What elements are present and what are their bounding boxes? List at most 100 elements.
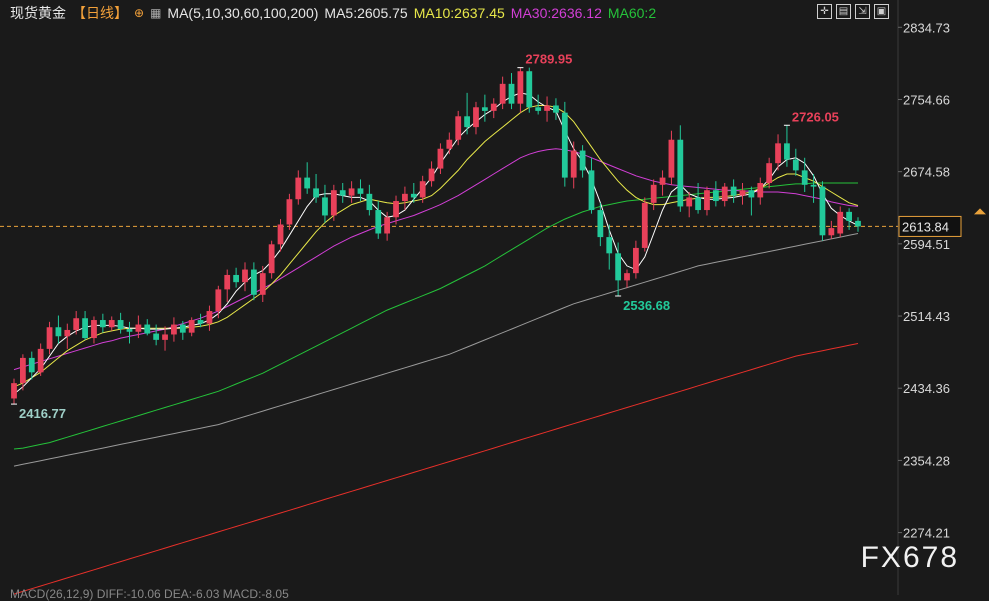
candle-body <box>313 188 319 198</box>
candle-body <box>846 211 853 221</box>
candle-body <box>490 103 497 111</box>
candle-body <box>268 244 275 274</box>
candle-body <box>588 170 595 211</box>
candle-body <box>375 210 382 234</box>
annotation-label: 2416.77 <box>19 406 66 421</box>
candle-body <box>837 211 844 234</box>
candle-body <box>206 311 213 324</box>
candle-body <box>37 348 44 373</box>
instrument-name: 现货黄金 <box>10 5 66 21</box>
candle-body <box>801 170 808 185</box>
candle-body <box>633 247 639 274</box>
candle-body <box>188 320 195 333</box>
candle-body <box>517 71 524 104</box>
candle <box>561 101 568 187</box>
candle-body <box>748 190 755 198</box>
candle-body <box>570 150 577 178</box>
candle-body <box>82 318 88 339</box>
candle-body <box>650 184 657 203</box>
candle-body <box>819 186 826 236</box>
y-tick-label: 2594.51 <box>903 237 950 252</box>
candle-body <box>526 71 533 108</box>
candle-body <box>162 334 168 340</box>
period-selector[interactable]: 【日线】 <box>72 3 128 23</box>
indicator-icon[interactable]: ▦ <box>150 6 161 20</box>
candle-body <box>455 116 462 140</box>
candle-body <box>473 107 479 128</box>
candle-body <box>659 177 666 185</box>
annotation-label: 2726.05 <box>792 109 839 124</box>
candle-body <box>64 329 71 337</box>
candle-body <box>330 190 337 216</box>
candle-body <box>686 197 693 207</box>
candle-body <box>295 177 302 200</box>
ma30-value: MA30:2636.12 <box>510 5 602 21</box>
candle-body <box>508 83 515 104</box>
macd-readout: MACD(26,12,9) DIFF:-10.06 DEA:-6.03 MACD… <box>10 587 289 601</box>
candle-body <box>393 201 399 218</box>
candle-body <box>224 274 231 290</box>
y-tick-label: 2434.36 <box>903 381 950 396</box>
candle-body <box>437 148 444 169</box>
y-tick-label: 2274.21 <box>903 526 950 541</box>
chart-background <box>0 0 989 595</box>
candle-body <box>606 237 613 254</box>
candle-body <box>544 105 550 111</box>
last-price-label: 2613.84 <box>902 219 949 234</box>
y-tick-label: 2674.58 <box>903 165 950 180</box>
candlestick-chart: 2789.95 2726.05 2536.68 2416.77 2834.73 2754… <box>0 0 989 595</box>
candle-body <box>242 269 248 283</box>
candle-body <box>553 105 559 113</box>
candle-body <box>171 324 177 335</box>
candle-body <box>153 333 160 340</box>
candle-body <box>464 116 470 128</box>
crosshair-icon[interactable]: ✛ <box>817 4 832 19</box>
candle-body <box>46 327 53 349</box>
candle-body <box>615 253 622 281</box>
export-icon[interactable]: ⇲ <box>855 4 870 19</box>
candle-body <box>792 159 799 171</box>
candle-body <box>179 324 186 333</box>
ma60-value: MA60:2 <box>607 5 657 21</box>
candle-body <box>677 139 684 207</box>
candle-body <box>197 320 204 324</box>
candle-body <box>561 112 568 178</box>
candle-body <box>117 320 124 330</box>
candle-body <box>55 327 62 337</box>
candle-body <box>481 107 488 111</box>
candle-body <box>855 220 861 227</box>
y-tick-label: 2354.28 <box>903 453 950 468</box>
candle-body <box>11 383 17 399</box>
candle-body <box>535 107 542 111</box>
candle-body <box>286 199 293 225</box>
candle-body <box>410 193 417 198</box>
candle-body <box>721 186 728 202</box>
candle-body <box>828 228 835 236</box>
y-tick-label: 2514.43 <box>903 309 950 324</box>
fullscreen-icon[interactable]: ▣ <box>874 4 889 19</box>
candle-body <box>810 184 817 187</box>
candle-body <box>766 163 773 184</box>
candle-body <box>624 273 630 281</box>
candle-body <box>28 357 35 373</box>
candle-body <box>250 269 257 295</box>
candle-body <box>579 150 586 171</box>
settings-icon[interactable]: ⊕ <box>134 6 144 20</box>
layout-icon[interactable]: ▤ <box>836 4 851 19</box>
candle-body <box>215 289 222 312</box>
candle-body <box>19 357 26 384</box>
candle-body <box>384 217 391 234</box>
candle-body <box>775 143 781 164</box>
ma5-value: MA5:2605.75 <box>324 5 408 21</box>
candle-body <box>784 143 790 160</box>
ma-spec: MA(5,10,30,60,100,200) <box>167 5 319 21</box>
candle-body <box>428 168 435 182</box>
ma10-value: MA10:2637.45 <box>413 5 505 21</box>
chart-toolbar: ✛ ▤ ⇲ ▣ <box>817 4 889 19</box>
candle-body <box>322 197 328 216</box>
candle <box>268 240 275 279</box>
candle <box>819 181 826 241</box>
candle-body <box>641 202 648 248</box>
candle-body <box>499 83 506 104</box>
candle-body <box>144 324 151 334</box>
